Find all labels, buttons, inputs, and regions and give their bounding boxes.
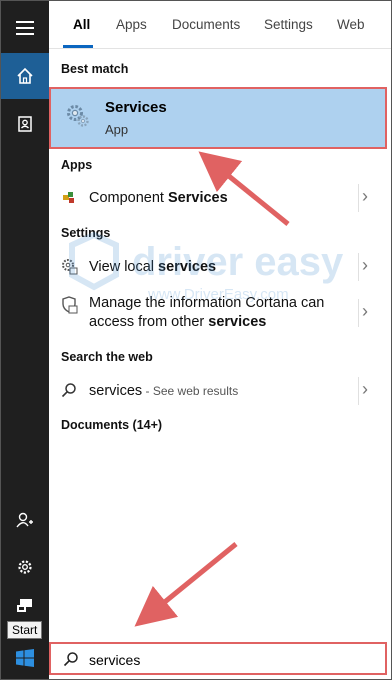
arrow-to-search-box	[134, 542, 238, 627]
annotation-arrows	[134, 151, 290, 627]
arrow-to-best-match	[198, 151, 290, 226]
